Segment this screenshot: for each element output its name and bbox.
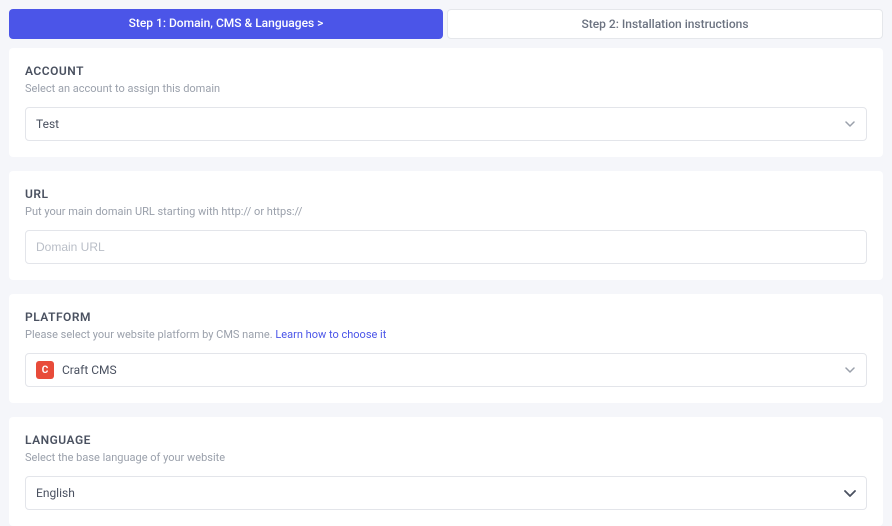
steps-nav: Step 1: Domain, CMS & Languages > Step 2…	[0, 0, 892, 48]
platform-subtitle: Please select your website platform by C…	[25, 328, 867, 341]
account-select[interactable]: Test	[25, 107, 867, 141]
platform-learn-link[interactable]: Learn how to choose it	[275, 328, 386, 341]
url-input[interactable]	[36, 240, 856, 254]
url-input-wrap	[25, 230, 867, 264]
chevron-down-icon	[844, 487, 856, 499]
chevron-down-icon	[844, 364, 856, 376]
language-card: LANGUAGE Select the base language of you…	[9, 417, 883, 526]
language-subtitle: Select the base language of your website	[25, 451, 867, 464]
chevron-down-icon	[844, 118, 856, 130]
platform-icon: C	[36, 361, 54, 379]
platform-title: PLATFORM	[25, 310, 867, 324]
language-select-value: English	[36, 486, 75, 500]
url-subtitle: Put your main domain URL starting with h…	[25, 205, 867, 218]
step-2-tab[interactable]: Step 2: Installation instructions	[447, 9, 883, 39]
url-card: URL Put your main domain URL starting wi…	[9, 171, 883, 280]
account-card: ACCOUNT Select an account to assign this…	[9, 48, 883, 157]
platform-card: PLATFORM Please select your website plat…	[9, 294, 883, 403]
account-select-value: Test	[36, 117, 59, 131]
language-title: LANGUAGE	[25, 433, 867, 447]
language-select[interactable]: English	[25, 476, 867, 510]
account-subtitle: Select an account to assign this domain	[25, 82, 867, 95]
platform-select-value: Craft CMS	[62, 363, 117, 377]
account-title: ACCOUNT	[25, 64, 867, 78]
url-title: URL	[25, 187, 867, 201]
step-1-tab[interactable]: Step 1: Domain, CMS & Languages >	[9, 9, 443, 39]
platform-select[interactable]: C Craft CMS	[25, 353, 867, 387]
platform-subtitle-text: Please select your website platform by C…	[25, 328, 275, 341]
